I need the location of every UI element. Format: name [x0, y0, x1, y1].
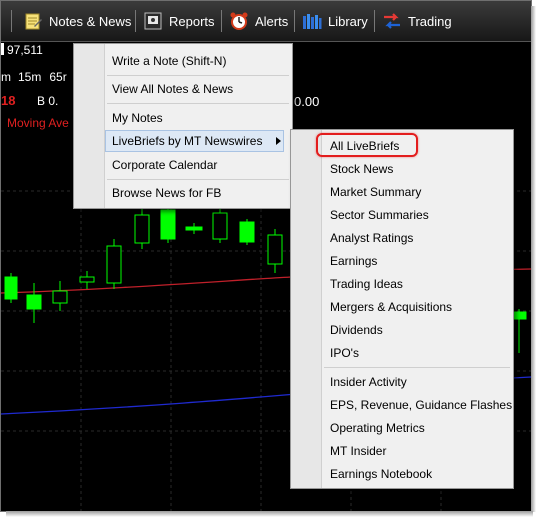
operating-metrics-item[interactable]: Operating Metrics	[330, 421, 425, 435]
notes-news-dropdown: Write a Note (Shift-N) View All Notes & …	[73, 43, 293, 209]
alerts-label: Alerts	[255, 13, 289, 29]
date-fragment: 18	[1, 93, 16, 108]
indicator-label: Moving Ave	[7, 116, 69, 130]
market-summary-item[interactable]: Market Summary	[330, 185, 421, 199]
candle-body	[239, 221, 255, 243]
menu-separator	[107, 75, 289, 76]
mt-insider-item[interactable]: MT Insider	[330, 444, 386, 458]
notes-news-label: Notes & News	[49, 13, 132, 29]
livebriefs-submenu: All LiveBriefs Stock News Market Summary…	[290, 129, 514, 489]
app-window: Notes & News Reports Alerts Library Trad…	[0, 0, 532, 512]
view-all-notes-item[interactable]: View All Notes & News	[112, 82, 233, 96]
toolbar: Notes & News Reports Alerts Library Trad…	[1, 1, 531, 42]
browse-news-item[interactable]: Browse News for FB	[112, 186, 221, 200]
livebriefs-label: LiveBriefs by MT Newswires	[112, 134, 263, 148]
notes-news-menu-button[interactable]: Notes & News	[23, 10, 131, 32]
timeframe-15m[interactable]: 15m	[18, 70, 41, 84]
reports-icon	[144, 12, 162, 30]
menu-separator	[107, 179, 289, 180]
value-right-fragment: 0.00	[294, 94, 320, 109]
submenu-arrow-icon	[276, 137, 281, 145]
window-shadow	[6, 511, 533, 517]
my-notes-item[interactable]: My Notes	[112, 111, 163, 125]
corporate-calendar-item[interactable]: Corporate Calendar	[112, 158, 217, 172]
candle-body	[267, 234, 283, 265]
library-label: Library	[328, 13, 368, 29]
timeframe-65m[interactable]: 65r	[49, 70, 66, 84]
candle-body	[79, 276, 95, 283]
candle-body	[134, 214, 150, 244]
candle-body	[513, 311, 527, 320]
toolbar-separator	[374, 10, 375, 32]
livebriefs-submenu-item[interactable]: LiveBriefs by MT Newswires	[105, 130, 284, 152]
earnings-notebook-item[interactable]: Earnings Notebook	[330, 467, 432, 481]
timeframe-row: m 15m 65r	[1, 70, 67, 84]
window-shadow	[531, 6, 536, 512]
menu-separator	[107, 103, 289, 104]
candle-body	[52, 290, 68, 304]
timeframe-m-fragment[interactable]: m	[1, 70, 11, 84]
notepad-icon	[25, 13, 42, 30]
date-row: 18 B 0. 0.00	[1, 93, 319, 109]
toolbar-separator	[11, 10, 12, 32]
eps-revenue-guidance-item[interactable]: EPS, Revenue, Guidance Flashes	[330, 398, 512, 412]
insider-activity-item[interactable]: Insider Activity	[330, 375, 407, 389]
candle-body	[212, 212, 228, 240]
library-books-icon	[303, 14, 322, 29]
menu-icon-gutter	[291, 130, 322, 488]
sector-summaries-item[interactable]: Sector Summaries	[330, 208, 429, 222]
ipos-item[interactable]: IPO's	[330, 346, 359, 360]
candle-body	[26, 294, 42, 310]
price-value: 97,511	[7, 43, 43, 57]
earnings-item[interactable]: Earnings	[330, 254, 377, 268]
candle-body	[160, 209, 176, 240]
stock-news-item[interactable]: Stock News	[330, 162, 393, 176]
quote-row: 97,511	[1, 43, 43, 57]
toolbar-separator	[135, 10, 136, 32]
trading-menu-button[interactable]: Trading	[382, 10, 452, 32]
trading-ideas-item[interactable]: Trading Ideas	[330, 277, 403, 291]
highlight-callout	[316, 133, 418, 157]
candle-body	[185, 226, 203, 231]
candle-body	[106, 245, 122, 284]
mergers-acquisitions-item[interactable]: Mergers & Acquisitions	[330, 300, 452, 314]
analyst-ratings-item[interactable]: Analyst Ratings	[330, 231, 413, 245]
alerts-menu-button[interactable]: Alerts	[229, 10, 288, 32]
write-note-item[interactable]: Write a Note (Shift-N)	[112, 54, 226, 68]
reports-menu-button[interactable]: Reports	[143, 10, 215, 32]
reports-label: Reports	[169, 13, 215, 29]
toolbar-separator	[294, 10, 295, 32]
value-b-fragment: B 0.	[37, 94, 59, 108]
alarm-clock-icon	[230, 12, 248, 30]
toolbar-separator	[221, 10, 222, 32]
library-menu-button[interactable]: Library	[302, 10, 368, 32]
menu-icon-gutter	[74, 44, 105, 208]
dividends-item[interactable]: Dividends	[330, 323, 383, 337]
menu-separator	[324, 367, 510, 368]
candle-body	[4, 276, 18, 300]
trading-arrows-icon	[384, 13, 400, 29]
trading-label: Trading	[408, 13, 452, 29]
